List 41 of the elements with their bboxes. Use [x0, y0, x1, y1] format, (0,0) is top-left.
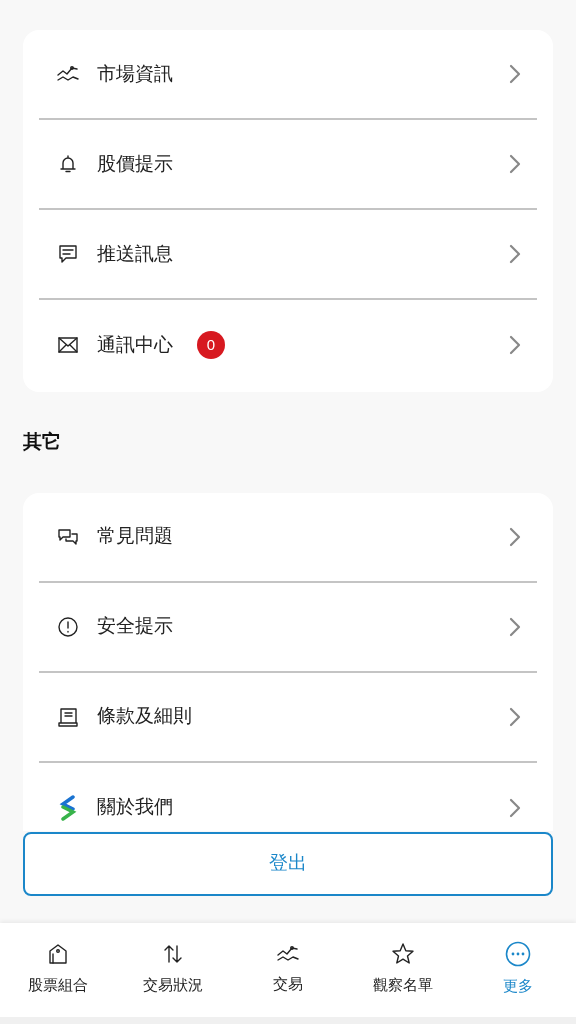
menu-item-label: 通訊中心 [97, 332, 173, 357]
count-badge: 0 [197, 331, 225, 359]
chevron-right-icon [509, 154, 521, 174]
menu-item-label: 常見問題 [97, 524, 173, 549]
nav-tab[interactable]: 交易 [230, 922, 346, 1017]
bell-icon [57, 153, 79, 175]
chevron-right-icon [509, 616, 521, 637]
menu-item-label: 市場資訊 [97, 61, 173, 86]
chevron-right-icon [509, 797, 521, 818]
menu-item-label: 股價提示 [97, 151, 173, 176]
chevron-right-icon [509, 526, 521, 547]
nav-tab[interactable]: 觀察名單 [345, 922, 461, 1017]
chevron-right-icon [509, 706, 521, 727]
more-icon [505, 941, 532, 968]
exclamation-circle-icon [57, 615, 79, 638]
menu-item[interactable]: 市場資訊 [39, 30, 537, 120]
chevron-right-icon [509, 335, 521, 355]
section-heading: 其它 [22, 430, 62, 454]
document-icon [57, 705, 79, 728]
menu-item[interactable]: 推送訊息 [39, 210, 537, 300]
menu-item-label: 安全提示 [97, 614, 173, 639]
chevron-right-icon [509, 64, 521, 84]
message-icon [57, 243, 79, 265]
logout-button[interactable]: 登出 [23, 831, 553, 896]
star-icon [391, 942, 416, 967]
nav-tab[interactable]: 交易狀況 [115, 922, 231, 1017]
nav-tab[interactable]: 股票組合 [0, 922, 116, 1017]
menu-item-label: 推送訊息 [97, 241, 173, 266]
menu-item[interactable]: 安全提示 [39, 582, 537, 673]
nav-tab[interactable]: 更多 [460, 922, 576, 1017]
chevron-right-icon [509, 244, 521, 264]
menu-item[interactable]: 關於我們 [39, 762, 537, 831]
menu-item-label: 關於我們 [97, 795, 173, 820]
menu-item[interactable]: 通訊中心 0 [39, 300, 537, 390]
menu-item[interactable]: 股價提示 [39, 120, 537, 210]
logo-icon [59, 794, 77, 821]
envelope-icon [57, 336, 79, 354]
menu-item[interactable]: 條款及細則 [39, 672, 537, 763]
menu-item-label: 條款及細則 [97, 704, 192, 729]
chat-bubbles-icon [57, 526, 79, 547]
menu-item[interactable]: 常見問題 [39, 492, 537, 583]
